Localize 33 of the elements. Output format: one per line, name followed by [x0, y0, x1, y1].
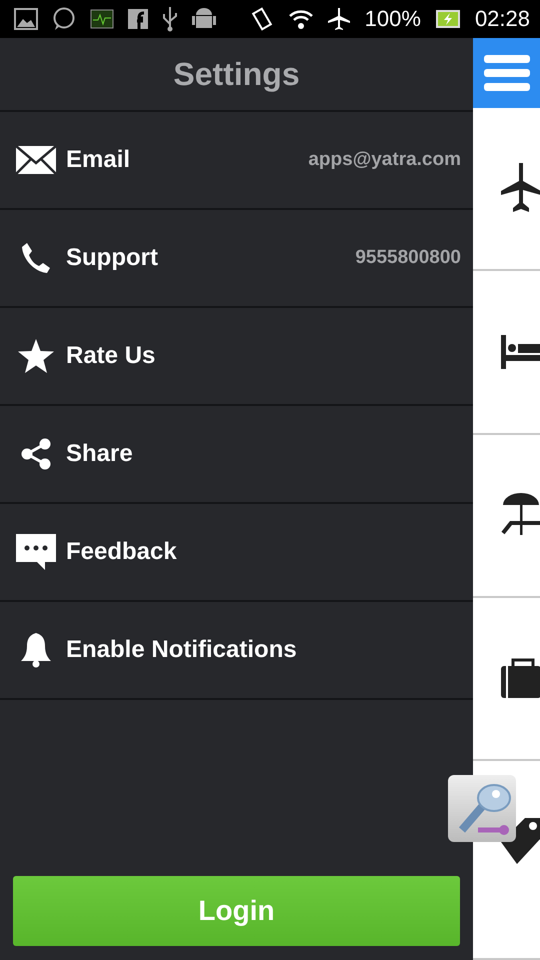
battery-icon: [434, 9, 461, 29]
item-value: apps@yatra.com: [308, 149, 461, 171]
item-label: Share: [66, 440, 134, 468]
wifi-icon: [288, 8, 313, 30]
share-icon: [21, 438, 51, 470]
usb-icon: [162, 6, 178, 32]
monitor-icon: [90, 9, 114, 29]
menu-button[interactable]: [473, 38, 540, 108]
chat-bubble-icon: [52, 7, 76, 31]
star-icon: [18, 339, 54, 373]
envelope-icon: [15, 145, 57, 175]
item-label: Feedback: [66, 538, 178, 566]
item-label: Enable Notifications: [66, 636, 298, 664]
settings-item[interactable]: Feedback: [0, 504, 473, 602]
settings-item[interactable]: Email apps@yatra.com: [0, 112, 473, 210]
clock-time: 02:28: [474, 6, 530, 32]
battery-percent: 100%: [364, 6, 421, 32]
airplane-icon[interactable]: [501, 163, 540, 214]
speech-bubble-icon: [15, 533, 57, 571]
bell-icon: [20, 632, 52, 668]
airplane-icon: [326, 7, 351, 31]
item-label: Support: [66, 244, 159, 272]
image-icon: [14, 8, 38, 30]
item-label: Rate Us: [66, 342, 156, 370]
settings-title: Settings: [173, 56, 300, 92]
square-f-icon: [128, 9, 148, 29]
beach-umbrella-icon[interactable]: [501, 493, 540, 538]
item-value: 9555800800: [355, 247, 461, 269]
menu-icon: [484, 54, 530, 92]
phone-icon: [21, 242, 51, 274]
bed-icon[interactable]: [501, 334, 540, 369]
suitcase-icon[interactable]: [501, 658, 540, 698]
item-label: Email: [66, 146, 132, 174]
